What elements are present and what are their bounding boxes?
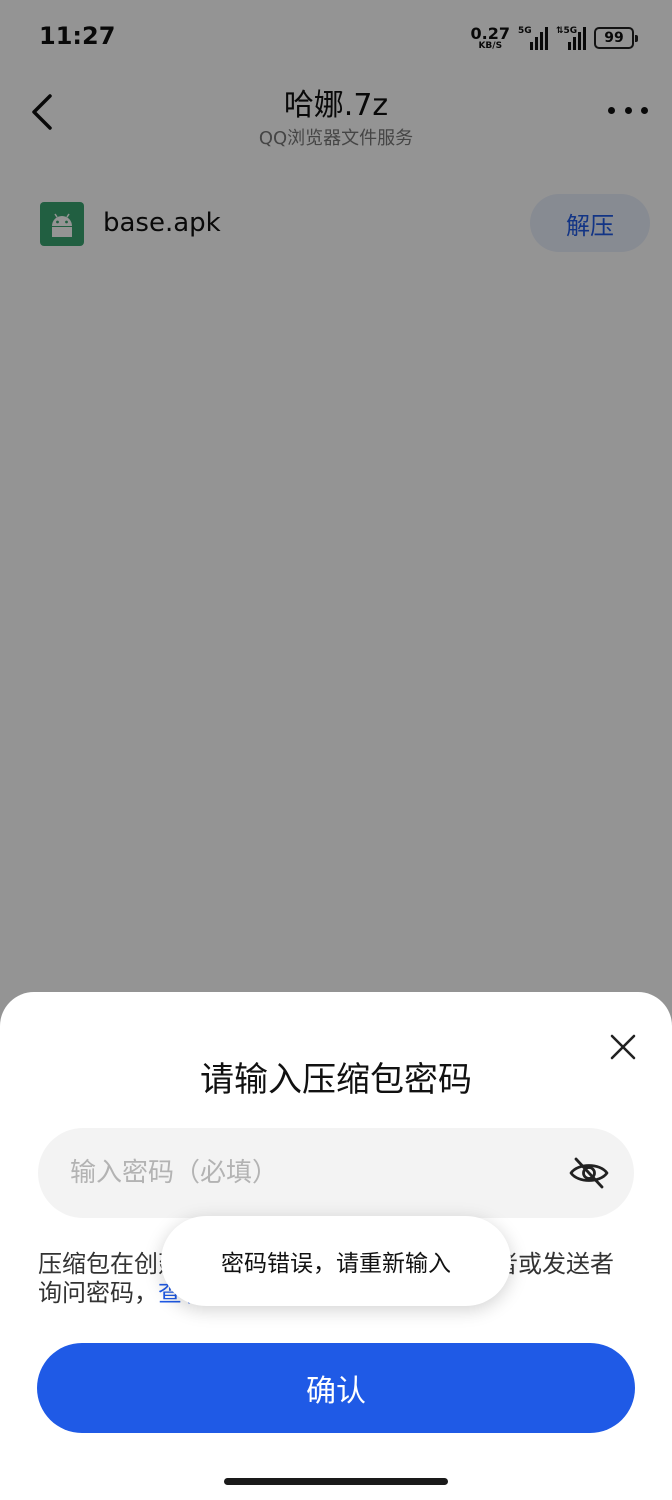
home-indicator[interactable] [224, 1478, 448, 1485]
toggle-visibility-button[interactable] [568, 1154, 610, 1192]
dialog-title: 请输入压缩包密码 [200, 1060, 472, 1100]
confirm-button[interactable]: 确认 [37, 1343, 635, 1433]
error-toast: 密码错误，请重新输入 [161, 1216, 511, 1306]
password-input[interactable] [70, 1128, 550, 1218]
password-field[interactable] [38, 1128, 634, 1218]
eye-hidden-icon [569, 1157, 609, 1189]
